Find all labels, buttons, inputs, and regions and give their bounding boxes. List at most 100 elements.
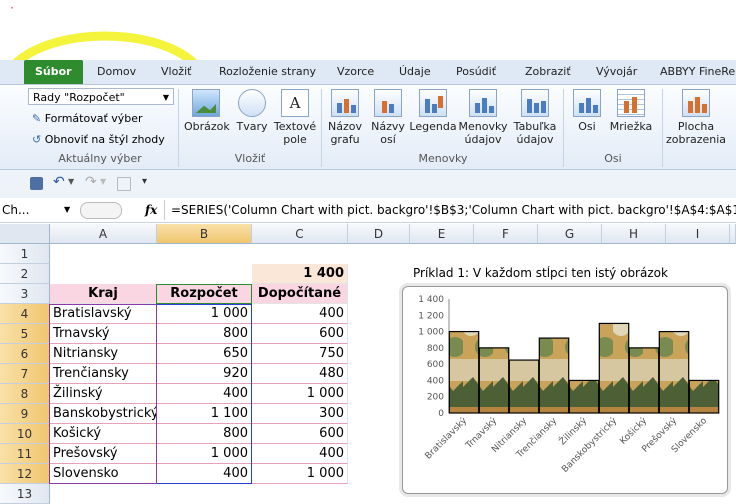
reset-style-button[interactable]: ↺ Obnoviť na štýl zhody [32, 133, 165, 146]
column-header-b[interactable]: B [157, 224, 252, 244]
tab-file[interactable]: Súbor [24, 60, 83, 84]
row-header-12[interactable]: 12 [0, 464, 50, 484]
data-table-button[interactable]: Tabuľka údajov [510, 89, 560, 146]
tab-review[interactable]: Posúdiť [456, 60, 496, 84]
tab-view[interactable]: Zobraziť [525, 60, 571, 84]
column-header-e[interactable]: E [410, 224, 474, 244]
redo-icon[interactable]: ↷ [85, 174, 97, 190]
column-header-d[interactable]: D [348, 224, 410, 244]
table-cell-dopocitane[interactable]: 600 [252, 324, 348, 344]
bar-Trenčiansky[interactable] [538, 337, 570, 414]
row-header-10[interactable]: 10 [0, 424, 50, 444]
x-tick-label: Bratislavský [424, 416, 470, 462]
row-header-4[interactable]: 4 [0, 304, 50, 324]
cell-header-dopocitane[interactable]: Dopočítané [252, 284, 348, 304]
axes-button[interactable]: Osi [568, 89, 606, 133]
y-tick-label: 1 400 [418, 295, 444, 305]
tab-insert[interactable]: Vložiť [161, 60, 191, 84]
row-header-3[interactable]: 3 [0, 284, 50, 304]
chart-element-dropdown[interactable]: Rady "Rozpočet" ▼ [28, 88, 174, 105]
column-header-i[interactable]: I [666, 224, 730, 244]
chart-title-button[interactable]: Názov grafu [325, 89, 365, 146]
table-cell-dopocitane[interactable]: 400 [252, 304, 348, 324]
table-cell-dopocitane[interactable]: 400 [252, 444, 348, 464]
column-header-f[interactable]: F [474, 224, 538, 244]
bar-Bratislavský[interactable] [448, 330, 480, 414]
bar-Slovensko[interactable] [688, 379, 720, 414]
row-header-9[interactable]: 9 [0, 404, 50, 424]
bar-Prešovský[interactable] [658, 330, 690, 414]
borders-icon[interactable] [117, 177, 131, 191]
data-labels-button[interactable]: Menovky údajov [458, 89, 508, 146]
row-header-5[interactable]: 5 [0, 324, 50, 344]
bar-Trnavský[interactable] [478, 347, 510, 414]
table-cell-dopocitane[interactable]: 1 000 [252, 464, 348, 484]
customize-qat-icon[interactable]: ▾ [142, 176, 147, 187]
bar-Banskobystrický[interactable] [598, 322, 630, 414]
table-cell-dopocitane[interactable]: 600 [252, 424, 348, 444]
table-cell-dopocitane[interactable]: 300 [252, 404, 348, 424]
row-header-11[interactable]: 11 [0, 444, 50, 464]
axis-titles-label-1: Názvy [371, 120, 405, 133]
formula-bar-splitter[interactable] [80, 202, 122, 219]
y-tick-label: 600 [427, 360, 444, 370]
table-cell-dopocitane[interactable]: 750 [252, 344, 348, 364]
x-tick-label: Banskobystrický [560, 416, 619, 475]
picture-button[interactable]: Obrázok [184, 89, 230, 133]
column-header-c[interactable]: C [252, 224, 348, 244]
tab-page-layout[interactable]: Rozloženie strany [219, 60, 316, 84]
undo-dropdown-icon[interactable]: ▼ [68, 177, 74, 186]
tab-abbyy[interactable]: ABBYY FineRea [660, 60, 736, 84]
save-icon[interactable] [30, 177, 43, 190]
column-header-h[interactable]: H [602, 224, 666, 244]
cell-header-kraj[interactable]: Kraj [50, 284, 157, 304]
svg-text:·: · [10, 1, 14, 15]
column-header-g[interactable]: G [538, 224, 602, 244]
data-labels-label-1: Menovky [458, 120, 508, 133]
chevron-down-icon: ▼ [162, 93, 169, 102]
tab-data[interactable]: Údaje [399, 60, 431, 84]
table-cell-dopocitane[interactable]: 480 [252, 364, 348, 384]
table-cell-dopocitane[interactable]: 1 000 [252, 384, 348, 404]
bar-Košický[interactable] [628, 347, 660, 414]
tab-developer[interactable]: Vývojár [596, 60, 637, 84]
name-box[interactable]: Ch... ▼ [0, 200, 78, 220]
row-header-1[interactable]: 1 [0, 244, 50, 264]
legend-label: Legenda [409, 120, 457, 133]
row-header-2[interactable]: 2 [0, 264, 50, 284]
chart-object[interactable]: 1 400 1 200 1 000 800 600 400 200 0 Bratislavský… [402, 286, 728, 494]
tab-home[interactable]: Domov [97, 60, 136, 84]
column-header-a[interactable]: A [50, 224, 157, 244]
bar-Nitriansky[interactable] [508, 359, 540, 414]
reset-style-icon: ↺ [32, 133, 42, 146]
shapes-button[interactable]: Tvary [234, 89, 270, 133]
chart-title-icon [331, 89, 359, 117]
plot-area-icon [682, 89, 710, 117]
format-selection-button[interactable]: ✎ Formátovať výber [32, 112, 143, 125]
bar-Žilinský[interactable] [568, 379, 600, 414]
row-header-13[interactable]: 13 [0, 484, 50, 504]
gridlines-button[interactable]: Mriežka [608, 89, 654, 133]
redo-dropdown-icon[interactable]: ▼ [100, 177, 106, 186]
row-header-7[interactable]: 7 [0, 364, 50, 384]
picture-label: Obrázok [184, 120, 230, 133]
legend-button[interactable]: Legenda [409, 89, 457, 133]
gridlines-label: Mriežka [609, 120, 653, 133]
formula-input[interactable]: =SERIES('Column Chart with pict. backgro… [171, 200, 736, 220]
column-header-j[interactable] [730, 224, 736, 244]
tab-formulas[interactable]: Vzorce [337, 60, 374, 84]
textbox-button[interactable]: A Textové pole [272, 89, 318, 146]
cell-c2[interactable]: 1 400 [252, 264, 348, 284]
axis-titles-label-2: osí [380, 133, 396, 146]
row-header-8[interactable]: 8 [0, 384, 50, 404]
axis-titles-button[interactable]: Názvy osí [369, 89, 407, 146]
plot-area-button[interactable]: Plocha zobrazenia [664, 89, 728, 146]
undo-icon[interactable]: ↶ [53, 174, 65, 190]
select-all-corner[interactable] [0, 224, 50, 244]
y-tick-label: 200 [427, 393, 444, 403]
name-box-chevron-icon: ▼ [64, 205, 71, 214]
row-header-6[interactable]: 6 [0, 344, 50, 364]
fx-icon[interactable]: fx [145, 200, 157, 220]
format-selection-icon: ✎ [32, 112, 42, 125]
data-labels-label-2: údajov [464, 133, 502, 146]
